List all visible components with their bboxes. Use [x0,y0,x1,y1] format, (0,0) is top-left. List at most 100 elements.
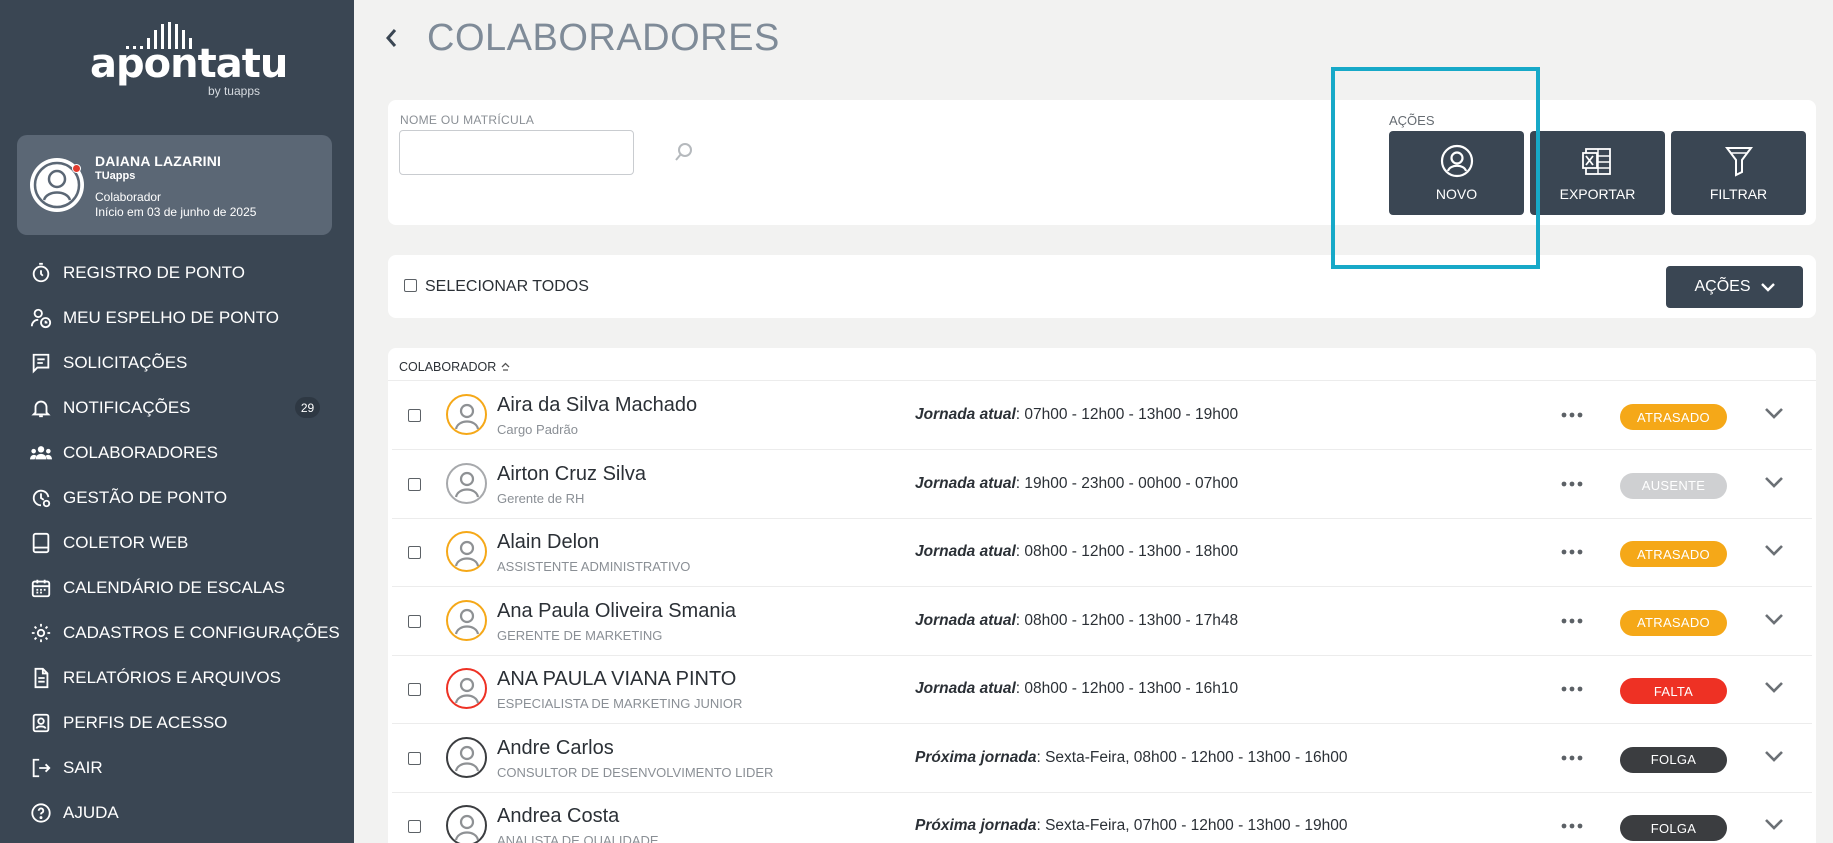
employee-avatar [446,462,487,504]
column-header-label: COLABORADOR [399,360,497,374]
schedule-value: : Sexta-Feira, 07h00 - 12h00 - 13h00 - 1… [1036,817,1348,834]
status-badge: ATRASADO [1620,609,1727,636]
employee-name[interactable]: Airton Cruz Silva [497,463,646,486]
employee-schedule: Próxima jornada: Sexta-Feira, 08h00 - 12… [915,749,1348,767]
filter-button[interactable]: FILTRAR [1671,131,1806,215]
request-icon [29,351,53,375]
sidebar-item-ajuda[interactable]: AJUDA [0,790,354,835]
sidebar-item-meu-espelho-de-ponto[interactable]: MEU ESPELHO DE PONTO [0,295,354,340]
row-checkbox[interactable] [408,546,421,559]
employee-avatar [446,531,487,572]
row-checkbox[interactable] [408,751,421,765]
chevron-down-icon[interactable] [1764,543,1784,557]
sidebar-item-calendario-de-escalas[interactable]: CALENDÁRIO DE ESCALAS [0,565,354,610]
more-options-icon[interactable] [1560,409,1584,421]
employee-avatar [446,394,487,435]
more-options-icon[interactable] [1560,478,1584,490]
row-checkbox[interactable] [408,820,421,833]
employee-schedule: Próxima jornada: Sexta-Feira, 07h00 - 12… [915,817,1348,835]
employee-avatar [446,668,487,709]
schedule-label: Jornada atual [915,680,1016,697]
schedule-label: Jornada atual [915,611,1016,629]
sidebar-item-coletor-web[interactable]: COLETOR WEB [0,520,354,565]
chevron-down-icon[interactable] [1764,749,1784,763]
table-row[interactable]: Ana Paula Oliveira Smania GERENTE DE MARK… [392,588,1812,656]
badge-icon [29,711,53,735]
employee-name[interactable]: ANA PAULA VIANA PINTO [497,668,736,691]
filter-button-label: FILTRAR [1709,186,1768,202]
column-header-colaborador[interactable]: COLABORADOR [399,360,510,374]
table-row[interactable]: Andrea Costa ANALISTA DE QUALIDADE Próxima… [392,793,1812,843]
more-options-icon[interactable] [1560,615,1584,627]
header-divider [388,380,1816,381]
search-input[interactable] [399,130,634,175]
sort-icon [501,362,510,371]
employee-role: Gerente de RH [497,490,585,506]
table-row[interactable]: Aira da Silva Machado Cargo Padrão Jornada… [392,382,1812,450]
back-button[interactable] [383,25,403,53]
more-options-icon[interactable] [1560,683,1584,695]
sidebar-item-solicitacoes[interactable]: SOLICITAÇÕES [0,340,354,385]
more-options-icon[interactable] [1560,546,1584,558]
search-icon[interactable] [674,142,694,162]
employee-schedule: Jornada atual: 08h00 - 12h00 - 13h00 - 1… [915,612,1238,630]
user-role: Colaborador [95,190,162,204]
status-badge: FOLGA [1620,815,1727,841]
chevron-down-icon[interactable] [1764,612,1784,626]
select-all-label[interactable]: SELECIONAR TODOS [425,278,589,296]
chevron-down-icon[interactable] [1764,475,1784,489]
calendar-icon [29,576,53,600]
sidebar-item-colaboradores[interactable]: COLABORADORES [0,430,354,475]
sidebar-nav: REGISTRO DE PONTO MEU ESPELHO DE PONTO S… [0,250,354,835]
sidebar-item-notificacoes[interactable]: NOTIFICAÇÕES 29 [0,385,354,430]
export-button[interactable]: EXPORTAR [1530,131,1665,215]
table-row[interactable]: Andre Carlos CONSULTOR DE DESENVOLVIMENTO… [392,725,1812,793]
chevron-down-icon[interactable] [1764,406,1784,420]
bulk-actions-label: AÇÕES [1694,278,1751,295]
sidebar-item-registro-de-ponto[interactable]: REGISTRO DE PONTO [0,250,354,295]
schedule-label: Jornada atual [915,474,1016,492]
row-checkbox[interactable] [408,409,421,422]
status-badge: FOLGA [1620,746,1727,773]
new-button[interactable]: NOVO [1389,131,1524,215]
sidebar-item-sair[interactable]: SAIR [0,745,354,790]
notification-count-badge: 29 [295,397,320,418]
bulk-actions-dropdown[interactable]: AÇÕES [1666,266,1803,308]
employee-role: GERENTE DE MARKETING [497,627,663,643]
row-checkbox[interactable] [408,477,421,491]
schedule-label: Jornada atual [915,406,1016,423]
user-start-date: Início em 03 de junho de 2025 [95,205,257,219]
employee-role: CONSULTOR DE DESENVOLVIMENTO LIDER [497,764,774,780]
table-row[interactable]: ANA PAULA VIANA PINTO ESPECIALISTA DE MAR… [392,656,1812,724]
table-row[interactable]: Alain Delon ASSISTENTE ADMINISTRATIVO Jorn… [392,519,1812,587]
employee-name[interactable]: Aira da Silva Machado [497,394,697,417]
sidebar-item-label: SAIR [63,757,103,777]
employee-role: Cargo Padrão [497,422,578,437]
chevron-down-icon[interactable] [1764,817,1784,831]
selection-bar: SELECIONAR TODOS AÇÕES [388,255,1816,318]
chevron-left-icon [386,29,397,47]
user-card[interactable]: DAIANA LAZARINI TUapps Colaborador Iníci… [17,135,332,235]
select-all-checkbox[interactable] [404,279,417,292]
help-icon [29,801,53,825]
row-checkbox[interactable] [408,614,421,628]
sidebar-item-gestao-de-ponto[interactable]: GESTÃO DE PONTO [0,475,354,520]
status-badge: FALTA [1620,678,1727,704]
employee-name[interactable]: Alain Delon [497,531,599,554]
apontatu-logo[interactable]: apontatu by tuapps [90,20,288,100]
employee-name[interactable]: Andrea Costa [497,805,619,828]
more-options-icon[interactable] [1560,752,1584,764]
row-checkbox[interactable] [408,683,421,696]
user-icon [454,745,479,772]
sidebar-item-cadastros-e-configuracoes[interactable]: CADASTROS E CONFIGURAÇÕES [0,610,354,655]
employee-name[interactable]: Ana Paula Oliveira Smania [497,600,736,623]
chevron-down-icon[interactable] [1764,680,1784,694]
employee-name[interactable]: Andre Carlos [497,737,614,760]
status-badge: ATRASADO [1620,404,1727,430]
sidebar-item-relatorios-e-arquivos[interactable]: RELATÓRIOS E ARQUIVOS [0,655,354,700]
users-icon [29,441,53,465]
more-options-icon[interactable] [1560,820,1584,832]
table-row[interactable]: Airton Cruz Silva Gerente de RH Jornada at… [392,451,1812,519]
employee-role: ANALISTA DE QUALIDADE [497,833,659,843]
sidebar-item-perfis-de-acesso[interactable]: PERFIS DE ACESSO [0,700,354,745]
